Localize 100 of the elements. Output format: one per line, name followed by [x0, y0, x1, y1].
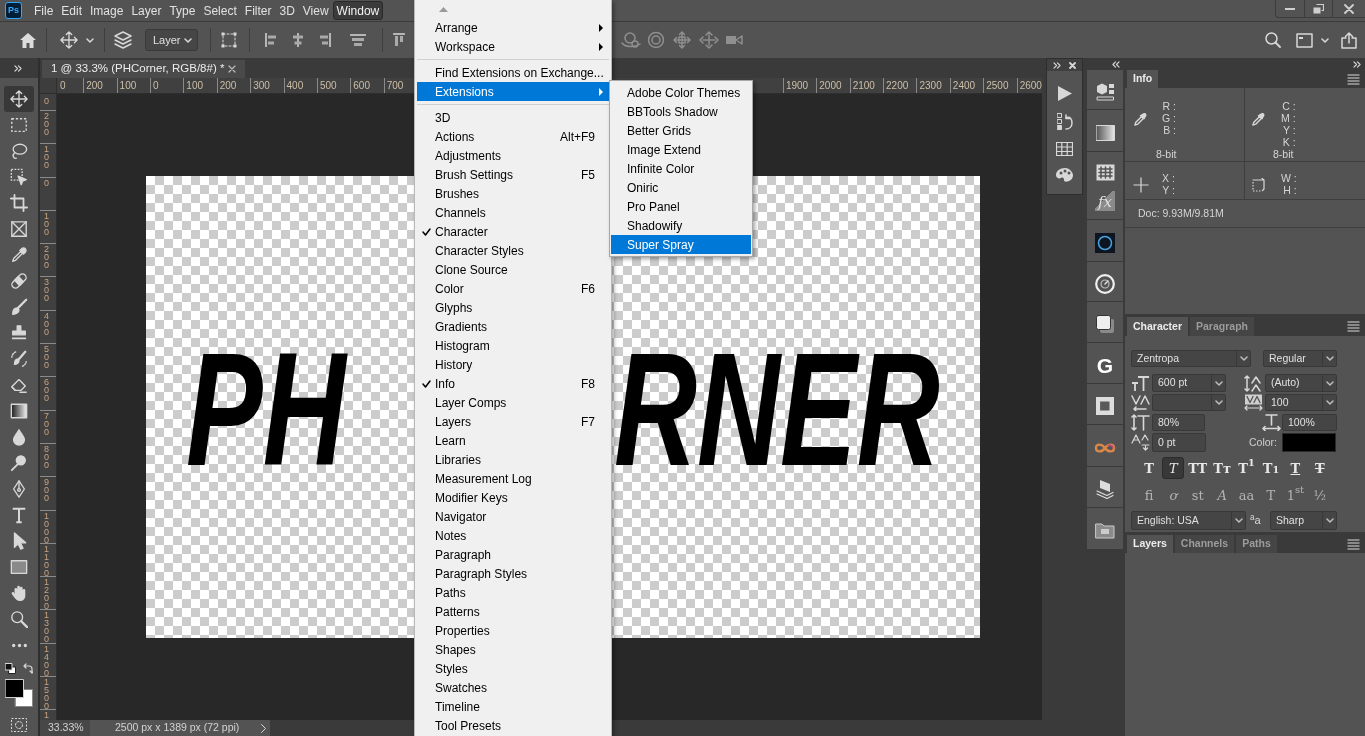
menu-item[interactable]: Actions Alt+F9	[417, 127, 609, 146]
dashed-corner-icon[interactable]	[1251, 178, 1266, 193]
menu-item[interactable]: Notes	[417, 526, 609, 545]
chevron-right-icon[interactable]	[261, 723, 266, 733]
font-family-dropdown[interactable]: Zentropa	[1131, 350, 1251, 367]
menu-bar-item[interactable]: 3D	[275, 1, 299, 20]
stacked-sheets-icon[interactable]	[1096, 479, 1114, 499]
stacked-bars-icon[interactable]	[350, 34, 366, 46]
menu-item[interactable]: Clone Source	[417, 260, 609, 279]
menu-bar-item[interactable]: Type	[165, 1, 200, 20]
default-colors-icon[interactable]	[5, 662, 16, 674]
menu-item[interactable]: Gradients	[417, 317, 609, 336]
text-style-button[interactable]: T	[1284, 457, 1307, 479]
cube-icon[interactable]	[1095, 82, 1115, 101]
menu-bar-item[interactable]: File	[30, 1, 58, 20]
swap-arrows-icon[interactable]	[22, 662, 33, 674]
menu-bar-item[interactable]: Edit	[57, 1, 87, 20]
text-style-button[interactable]: T	[1138, 457, 1160, 479]
menu-item[interactable]: Libraries	[417, 450, 609, 469]
menu-item[interactable]: Better Grids	[611, 121, 751, 140]
kerning-field[interactable]	[1152, 394, 1226, 411]
document-tab[interactable]: 1 @ 33.3% (PHCorner, RGB/8#) *	[42, 60, 245, 78]
panel-menu-icon[interactable]	[1347, 321, 1360, 332]
align-top-icon[interactable]	[393, 33, 405, 47]
language-dropdown[interactable]: English: USA	[1131, 511, 1246, 530]
tracking-field[interactable]: 100	[1265, 394, 1337, 411]
window-layout-icon[interactable]	[1296, 32, 1313, 48]
menu-item[interactable]: Channels	[417, 203, 609, 222]
menu-item[interactable]: Paths	[417, 583, 609, 602]
caret-icon[interactable]	[1321, 37, 1329, 43]
eyedropper-icon[interactable]	[1133, 112, 1148, 127]
horizontal-scale-field[interactable]: 100%	[1282, 414, 1337, 431]
panel-tab[interactable]: Info	[1127, 70, 1159, 88]
grid-icon[interactable]	[1056, 142, 1073, 156]
menu-item[interactable]: 3D	[417, 108, 609, 127]
menu-bar-item[interactable]: Select	[199, 1, 241, 20]
menu-item[interactable]: Info F8	[417, 374, 609, 393]
font-size-field[interactable]: 600 pt	[1152, 374, 1226, 392]
menu-item[interactable]: Color F6	[417, 279, 609, 298]
menu-item[interactable]: Oniric	[611, 178, 751, 197]
menu-item[interactable]: Paragraph	[417, 545, 609, 564]
collapse-icon[interactable]	[1112, 60, 1120, 68]
infinity-icon[interactable]	[1094, 441, 1116, 454]
menu-item[interactable]: Properties	[417, 621, 609, 640]
menu-item[interactable]: Infinite Color	[611, 159, 751, 178]
menu-item[interactable]: Adjustments	[417, 146, 609, 165]
close-icon[interactable]	[228, 65, 236, 73]
menu-item[interactable]: Tool Presets	[417, 716, 609, 735]
panel-tab[interactable]: Layers	[1127, 535, 1173, 553]
layer-dropdown[interactable]: Layer	[145, 29, 198, 51]
color-swatches-icon[interactable]	[5, 679, 33, 707]
move-icon[interactable]	[60, 31, 78, 49]
dashed-circle-frame-icon[interactable]	[11, 718, 27, 732]
menu-bar-item[interactable]: Image	[86, 1, 128, 20]
text-style-button[interactable]: T	[1162, 457, 1185, 479]
menu-item[interactable]: Timeline	[417, 697, 609, 716]
square-shadow-icon[interactable]	[1096, 315, 1114, 333]
baseline-shift-field[interactable]: 0 pt	[1152, 433, 1206, 452]
menu-item[interactable]: Shadowify	[611, 216, 751, 235]
search-icon[interactable]	[1265, 32, 1281, 48]
menu-item[interactable]: Learn	[417, 431, 609, 450]
menu-item[interactable]: Image Extend	[611, 140, 751, 159]
menu-item[interactable]: Brush Settings F5	[417, 165, 609, 184]
menu-bar-item[interactable]: Filter	[240, 1, 276, 20]
expand-icon[interactable]	[1353, 60, 1361, 68]
layer-stack-icon[interactable]	[114, 31, 132, 49]
transform-controls-icon[interactable]	[221, 32, 237, 48]
menu-item[interactable]: Paragraph Styles	[417, 564, 609, 583]
home-icon[interactable]	[19, 31, 37, 49]
close-icon[interactable]	[1069, 61, 1076, 69]
menu-item[interactable]: Super Spray	[611, 235, 751, 254]
align-left-icon[interactable]	[265, 33, 277, 47]
menu-item[interactable]: Layers F7	[417, 412, 609, 431]
caret-icon[interactable]	[86, 37, 94, 43]
play-icon[interactable]	[1056, 85, 1073, 102]
align-center-icon[interactable]	[292, 33, 304, 47]
menu-item[interactable]: Modifier Keys	[417, 488, 609, 507]
menu-item[interactable]: Workspace	[417, 37, 609, 56]
panel-menu-icon[interactable]	[1347, 73, 1360, 85]
folder-icon[interactable]	[1095, 522, 1115, 539]
pattern-icon[interactable]	[1095, 164, 1115, 181]
menu-item[interactable]: Character	[417, 222, 609, 241]
gradient-swatch-icon[interactable]	[1095, 124, 1115, 141]
menu-item[interactable]: Swatches	[417, 678, 609, 697]
menu-item[interactable]: Styles	[417, 659, 609, 678]
vertical-scale-field[interactable]: 80%	[1152, 414, 1205, 431]
color-swatch[interactable]	[1282, 433, 1336, 452]
menu-item[interactable]: History	[417, 355, 609, 374]
text-style-button[interactable]: T$^{1}$	[1235, 457, 1258, 479]
framed-square-icon[interactable]	[1096, 397, 1114, 415]
history-icon[interactable]	[1056, 113, 1073, 131]
menu-item[interactable]: Pro Panel	[611, 197, 751, 216]
menu-item[interactable]: Layer Comps	[417, 393, 609, 412]
menu-bar-item[interactable]: View	[298, 1, 333, 20]
menu-item[interactable]: Arrange	[417, 18, 609, 37]
text-style-button[interactable]: Tᴛ	[1211, 457, 1234, 479]
menu-item[interactable]: Measurement Log	[417, 469, 609, 488]
menu-item[interactable]: Adobe Color Themes	[611, 83, 751, 102]
menu-item[interactable]: Brushes	[417, 184, 609, 203]
menu-bar-item[interactable]: Window	[332, 1, 384, 20]
